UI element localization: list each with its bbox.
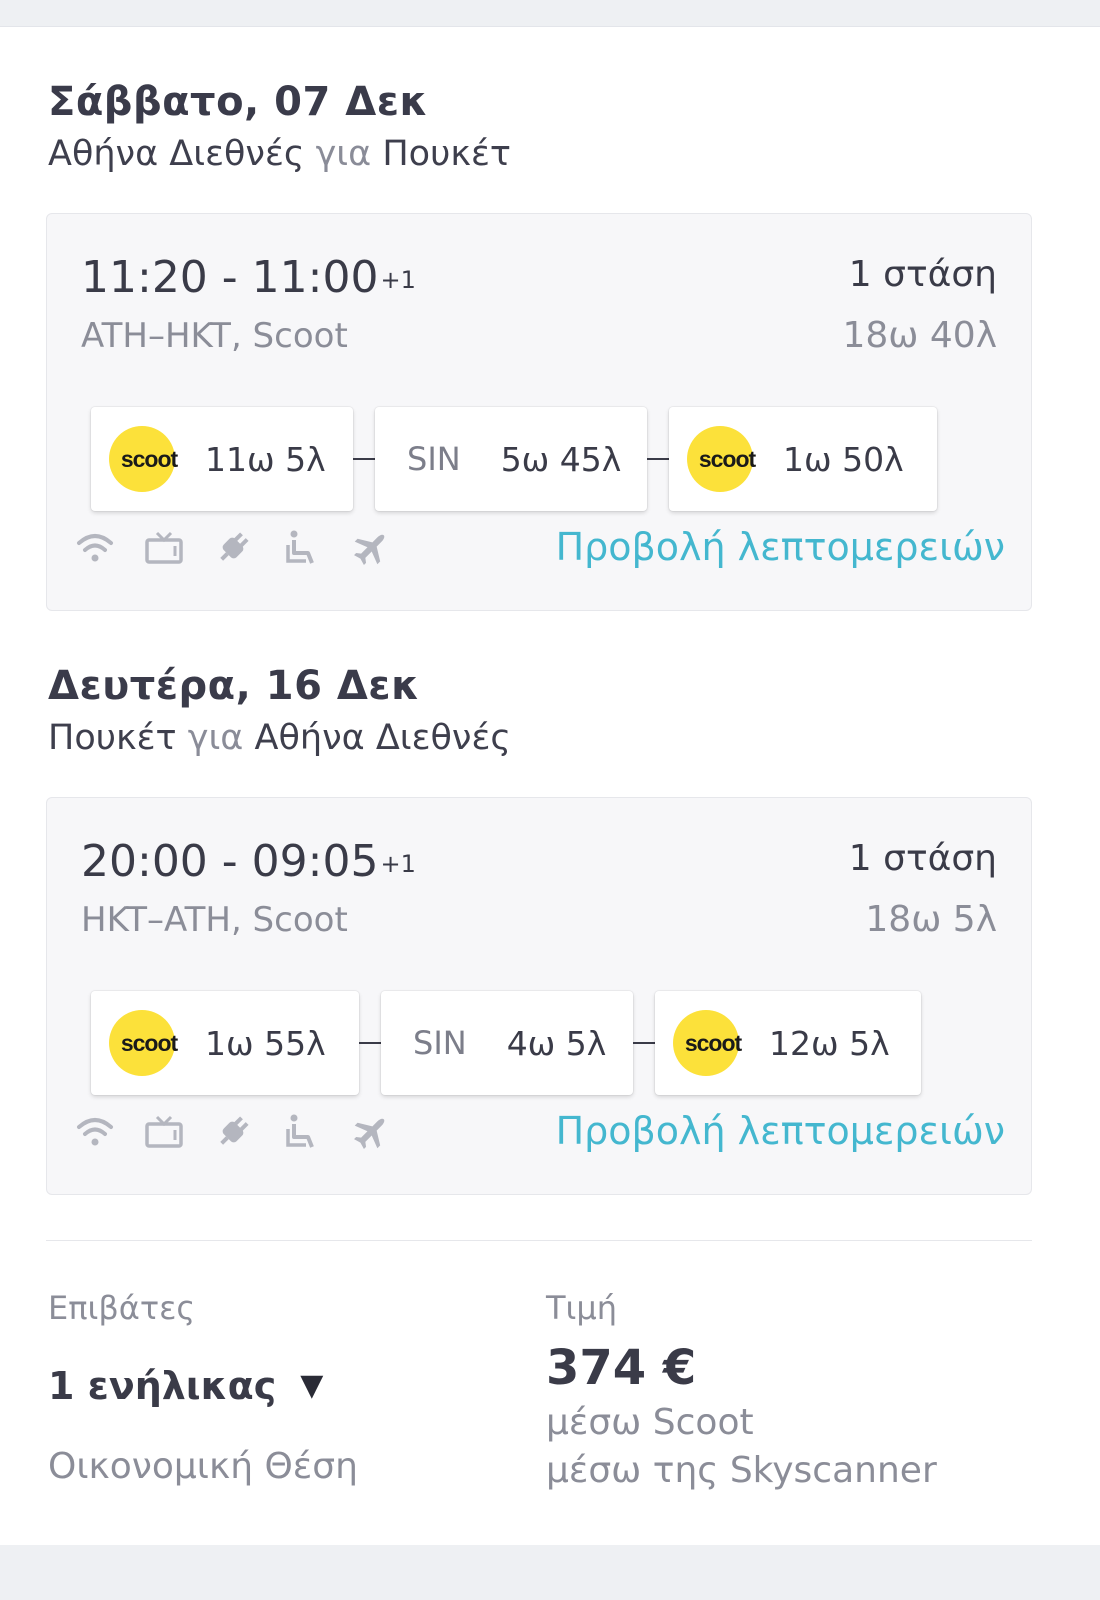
passengers-dropdown[interactable]: 1 ενήλικας ▼: [48, 1362, 323, 1410]
outbound-date: Σάββατο, 07 Δεκ: [48, 79, 429, 125]
outbound-destination: Πουκέτ: [382, 134, 511, 174]
outbound-time-range: 11:20 - 11:00: [81, 252, 379, 303]
inbound-duration: 18ω 5λ: [865, 899, 997, 940]
leg-connector-dash: [633, 1042, 655, 1044]
inbound-leg-1: scoot 1ω 55λ: [91, 991, 359, 1095]
leg-duration: 11ω 5λ: [205, 439, 326, 479]
inbound-times: 20:00 - 09:05+1: [81, 834, 416, 890]
price-label: Τιμή: [546, 1289, 618, 1327]
layover-duration: 5ω 45λ: [500, 439, 622, 479]
airplane-icon: [349, 1110, 393, 1154]
outbound-route: Αθήνα Διεθνές για Πουκέτ: [48, 132, 511, 176]
leg-connector-dash: [353, 458, 375, 460]
inbound-stops: 1 στάση: [848, 838, 997, 879]
cabin-class: Οικονομική Θέση: [48, 1446, 358, 1487]
outbound-flight-card[interactable]: 11:20 - 11:00+1 ATH–HKT, Scoot 1 στάση 1…: [46, 213, 1032, 611]
passengers-label: Επιβάτες: [48, 1289, 196, 1327]
layover-airport-code: SIN: [413, 1024, 467, 1062]
scoot-logo: scoot: [109, 1010, 178, 1076]
leg-connector-dash: [359, 1042, 381, 1044]
leg-duration: 1ω 50λ: [783, 439, 904, 479]
outbound-leg-1: scoot 11ω 5λ: [91, 407, 353, 511]
scoot-logo: scoot: [109, 426, 178, 492]
inbound-layover: SIN 4ω 5λ: [381, 991, 633, 1095]
tv-icon: [142, 1110, 186, 1154]
outbound-header: Σάββατο, 07 Δεκ Αθήνα Διεθνές για Πουκέτ: [48, 78, 511, 176]
caret-down-icon: ▼: [300, 1368, 324, 1403]
inbound-route: Πουκέτ για Αθήνα Διεθνές: [48, 716, 511, 760]
leg-duration: 12ω 5λ: [769, 1023, 890, 1063]
outbound-codes: ATH–HKT, Scoot: [81, 316, 348, 356]
airplane-icon: [349, 526, 393, 570]
via-site: μέσω της Skyscanner: [546, 1450, 937, 1491]
power-plug-icon: [211, 1110, 255, 1154]
inbound-day-offset: +1: [380, 850, 416, 878]
outbound-stops: 1 στάση: [848, 254, 997, 295]
tv-icon: [142, 526, 186, 570]
outbound-layover: SIN 5ω 45λ: [375, 407, 647, 511]
outbound-times: 11:20 - 11:00+1: [81, 250, 416, 306]
wifi-icon: [73, 1110, 117, 1154]
inbound-amenities: [73, 1110, 418, 1154]
wheelchair-icon: [280, 526, 324, 570]
scoot-logo: scoot: [673, 1010, 742, 1076]
scoot-logo: scoot: [687, 426, 756, 492]
inbound-flight-card[interactable]: 20:00 - 09:05+1 HKT–ATH, Scoot 1 στάση 1…: [46, 797, 1032, 1195]
via-airline: μέσω Scoot: [546, 1402, 754, 1443]
outbound-origin: Αθήνα Διεθνές: [48, 134, 305, 174]
wifi-icon: [73, 526, 117, 570]
outbound-leg-2: scoot 1ω 50λ: [669, 407, 937, 511]
inbound-legs: scoot 1ω 55λ SIN 4ω 5λ scoot 12ω 5λ: [91, 990, 921, 1096]
outbound-view-details-link[interactable]: Προβολή λεπτομερειών: [556, 522, 1005, 572]
leg-duration: 1ω 55λ: [205, 1023, 326, 1063]
inbound-codes: HKT–ATH, Scoot: [81, 900, 348, 940]
outbound-duration: 18ω 40λ: [842, 315, 997, 356]
outbound-legs: scoot 11ω 5λ SIN 5ω 45λ scoot 1ω 50λ: [91, 406, 937, 512]
leg-connector-dash: [647, 458, 669, 460]
inbound-time-range: 20:00 - 09:05: [81, 836, 379, 887]
bottom-separator-strip: [0, 1545, 1100, 1600]
outbound-connector: για: [315, 134, 372, 174]
section-divider: [46, 1240, 1032, 1241]
wheelchair-icon: [280, 1110, 324, 1154]
layover-duration: 4ω 5λ: [506, 1023, 607, 1063]
inbound-view-details-link[interactable]: Προβολή λεπτομερειών: [556, 1106, 1005, 1156]
inbound-leg-2: scoot 12ω 5λ: [655, 991, 921, 1095]
inbound-connector: για: [187, 718, 244, 758]
top-separator-strip: [0, 0, 1100, 27]
price-value: 374 €: [546, 1340, 697, 1396]
power-plug-icon: [211, 526, 255, 570]
layover-airport-code: SIN: [407, 440, 461, 478]
outbound-day-offset: +1: [380, 266, 416, 294]
inbound-origin: Πουκέτ: [48, 718, 177, 758]
inbound-header: Δευτέρα, 16 Δεκ Πουκέτ για Αθήνα Διεθνές: [48, 662, 511, 760]
passengers-value: 1 ενήλικας: [48, 1364, 277, 1408]
inbound-destination: Αθήνα Διεθνές: [254, 718, 511, 758]
outbound-amenities: [73, 526, 418, 570]
inbound-date: Δευτέρα, 16 Δεκ: [48, 663, 420, 709]
